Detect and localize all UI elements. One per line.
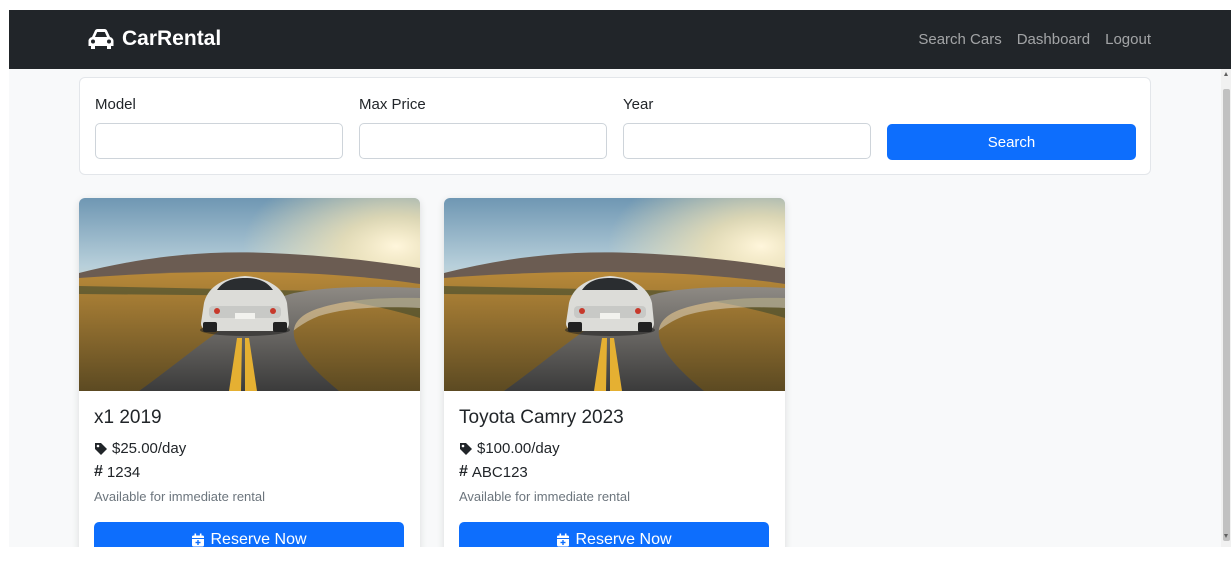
reserve-now-label: Reserve Now — [210, 531, 307, 547]
hash-icon: # — [459, 463, 468, 480]
hash-icon: # — [94, 463, 103, 480]
car-plate: # ABC123 — [459, 463, 528, 481]
model-input[interactable] — [95, 123, 343, 159]
calendar-plus-icon — [192, 533, 205, 547]
car-price: $100.00/day — [459, 440, 560, 457]
car-price: $25.00/day — [94, 440, 186, 457]
brand-logo[interactable]: CarRental — [87, 27, 221, 51]
max-price-input[interactable] — [359, 123, 607, 159]
vertical-scrollbar[interactable] — [1221, 69, 1231, 547]
model-label: Model — [95, 96, 136, 113]
car-card: x1 2019 $25.00/day # 1234 Available for … — [79, 198, 420, 547]
car-availability: Available for immediate rental — [459, 489, 631, 504]
max-price-label: Max Price — [359, 96, 426, 113]
nav-link-dashboard[interactable]: Dashboard — [1017, 31, 1090, 48]
scrollbar-thumb[interactable] — [1223, 89, 1230, 541]
model-field: Model — [95, 96, 343, 159]
reserve-now-button[interactable]: Reserve Now — [94, 522, 404, 547]
car-title: Toyota Camry 2023 — [459, 407, 624, 428]
tag-icon — [95, 442, 107, 455]
nav-link-search-cars[interactable]: Search Cars — [918, 31, 1001, 48]
scroll-up-arrow-icon[interactable] — [1224, 72, 1228, 76]
year-label: Year — [623, 96, 654, 113]
navbar: CarRental Search Cars Dashboard Logout — [9, 10, 1231, 69]
car-plate-value: 1234 — [106, 463, 141, 481]
nav-link-logout[interactable]: Logout — [1105, 31, 1151, 48]
nav-links: Search Cars Dashboard Logout — [918, 31, 1151, 48]
year-field: Year — [623, 96, 871, 159]
car-price-value: $100.00/day — [477, 440, 560, 457]
car-title: x1 2019 — [94, 407, 162, 428]
car-plate: # 1234 — [94, 463, 140, 481]
car-availability: Available for immediate rental — [94, 489, 266, 504]
car-card: Toyota Camry 2023 $100.00/day # ABC123 A… — [444, 198, 785, 547]
tag-icon — [460, 442, 472, 455]
car-photo — [444, 198, 785, 391]
year-input[interactable] — [623, 123, 871, 159]
search-button[interactable]: Search — [887, 124, 1136, 160]
scroll-down-arrow-icon[interactable] — [1224, 534, 1228, 538]
reserve-now-button[interactable]: Reserve Now — [459, 522, 769, 547]
car-icon — [88, 29, 114, 49]
search-form: Model Max Price Year Search — [79, 77, 1151, 175]
car-plate-value: ABC123 — [471, 463, 528, 481]
max-price-field: Max Price — [359, 96, 607, 159]
car-price-value: $25.00/day — [112, 440, 187, 457]
reserve-now-label: Reserve Now — [575, 531, 672, 547]
main-content: Model Max Price Year Search x1 2019 $25.… — [9, 69, 1221, 547]
car-photo — [79, 198, 420, 391]
brand-name: CarRental — [122, 27, 222, 50]
calendar-plus-icon — [557, 533, 570, 547]
